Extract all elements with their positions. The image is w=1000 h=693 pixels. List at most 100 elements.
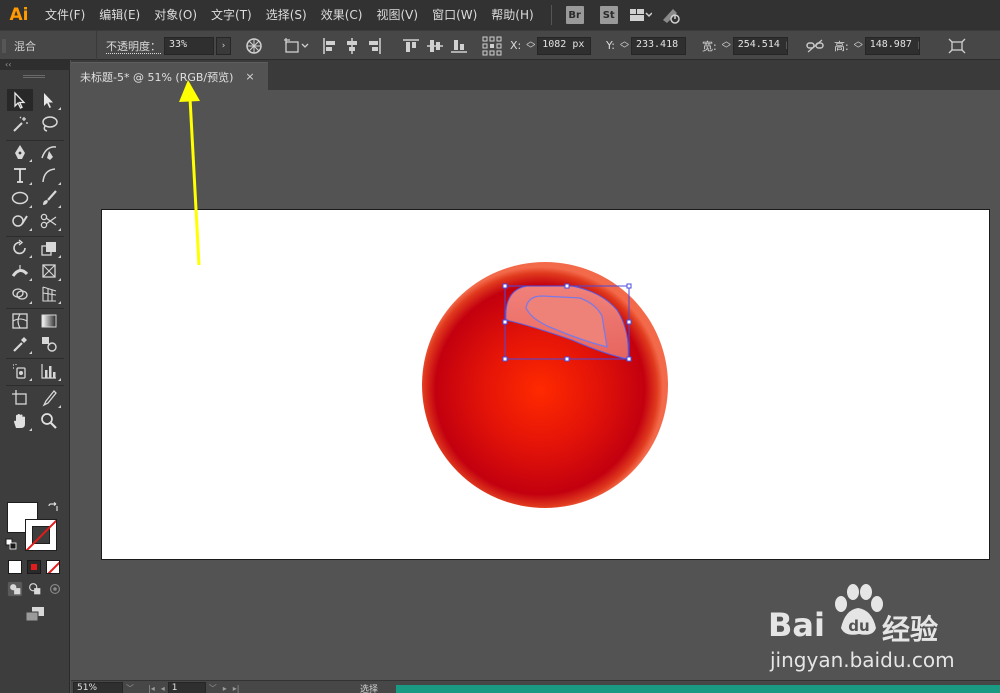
curvature-tool[interactable]: [36, 141, 62, 163]
none-mode-button[interactable]: [46, 560, 60, 574]
control-bar: 混合 不透明度： 33% › X: ︿ ﹀ 1082 px Y: ︿ ﹀ 233.4…: [0, 30, 1000, 60]
height-stepper[interactable]: ︿ ﹀: [852, 37, 865, 55]
lasso-tool[interactable]: [36, 113, 62, 135]
first-artboard-button[interactable]: |◂: [148, 684, 155, 693]
svg-text:du: du: [848, 617, 869, 635]
direct-selection-tool[interactable]: [36, 89, 62, 111]
rotate-tool[interactable]: [7, 237, 33, 259]
screen-mode-icon[interactable]: [22, 604, 48, 624]
zoom-level-field[interactable]: 51%: [73, 682, 123, 693]
width-stepper[interactable]: ︿ ﹀: [720, 37, 733, 55]
x-field[interactable]: 1082 px: [537, 36, 592, 55]
shape-builder-tool[interactable]: [7, 283, 33, 305]
height-label: 高:: [834, 39, 849, 53]
transform-icon[interactable]: [948, 31, 966, 60]
draw-normal-icon[interactable]: [5, 580, 25, 598]
color-mode-button[interactable]: [8, 560, 22, 574]
zoom-dropdown-icon[interactable]: ﹀: [126, 683, 134, 693]
y-stepper[interactable]: ︿ ﹀: [618, 37, 631, 55]
perspective-grid-tool[interactable]: [36, 283, 62, 305]
opacity-field[interactable]: 33%: [164, 36, 214, 55]
tools-panel: ‹‹: [0, 60, 70, 693]
menu-select[interactable]: 选择(S): [259, 0, 314, 30]
default-fill-stroke-icon[interactable]: [5, 538, 17, 550]
close-tab-icon[interactable]: ×: [245, 70, 254, 83]
stock-button[interactable]: St: [599, 6, 618, 24]
magic-wand-tool[interactable]: [7, 113, 33, 135]
align-right-icon[interactable]: [367, 37, 381, 54]
width-field[interactable]: 254.514 p: [732, 36, 788, 55]
baidu-paw-logo: du: [835, 584, 883, 635]
type-tool[interactable]: [7, 164, 33, 186]
artboard-number-field[interactable]: 1: [167, 682, 206, 693]
status-progress-bar: [396, 685, 1000, 693]
align-to-icon[interactable]: [283, 31, 311, 60]
status-mode-text: 选择: [360, 684, 379, 693]
shaper-tool[interactable]: [7, 210, 33, 232]
ellipse-tool[interactable]: [7, 187, 33, 209]
tools-collapse-button[interactable]: ‹‹: [0, 60, 70, 70]
draw-inside-icon[interactable]: [45, 580, 65, 598]
y-field[interactable]: 233.418 p: [630, 36, 686, 55]
artboard-dropdown-icon[interactable]: ﹀: [209, 683, 217, 693]
gradient-mode-button[interactable]: [27, 560, 41, 574]
swap-fill-stroke-icon[interactable]: [47, 502, 59, 514]
align-buttons: [323, 31, 467, 60]
tools-separator: [6, 308, 64, 309]
previous-artboard-button[interactable]: ◂: [161, 684, 165, 693]
menu-type[interactable]: 文字(T): [204, 0, 259, 30]
bridge-button[interactable]: Br: [565, 6, 584, 24]
workspace-layout-icon[interactable]: [629, 3, 653, 27]
menu-help[interactable]: 帮助(H): [484, 0, 540, 30]
y-label: Y:: [606, 39, 615, 52]
align-bottom-icon[interactable]: [451, 39, 467, 53]
hand-tool[interactable]: [7, 410, 33, 432]
tools-separator: [6, 358, 64, 359]
height-field[interactable]: 148.987 p: [864, 36, 920, 55]
free-transform-tool[interactable]: [36, 260, 62, 282]
mesh-tool[interactable]: [7, 310, 33, 332]
menu-view[interactable]: 视图(V): [369, 0, 425, 30]
align-hcenter-icon[interactable]: [345, 37, 359, 54]
menu-edit[interactable]: 编辑(E): [92, 0, 147, 30]
constrain-proportions-icon[interactable]: [806, 31, 824, 60]
paintbrush-tool[interactable]: [36, 187, 62, 209]
tools-grip: [23, 75, 45, 78]
x-stepper[interactable]: ︿ ﹀: [524, 37, 537, 55]
align-vcenter-icon[interactable]: [427, 39, 443, 53]
scissors-tool[interactable]: [36, 210, 62, 232]
watermark-url: jingyan.baidu.com: [770, 648, 955, 672]
slice-tool[interactable]: [36, 387, 62, 409]
draw-behind-icon[interactable]: [25, 580, 45, 598]
app-logo: Ai: [9, 5, 29, 25]
artboard[interactable]: [101, 209, 990, 560]
symbol-sprayer-tool[interactable]: [7, 360, 33, 382]
eyedropper-tool[interactable]: [7, 333, 33, 355]
pen-tool[interactable]: [7, 141, 33, 163]
opacity-label[interactable]: 不透明度：: [106, 38, 161, 54]
next-artboard-button[interactable]: ▸: [223, 684, 227, 693]
line-segment-tool[interactable]: [36, 164, 62, 186]
align-top-icon[interactable]: [403, 38, 419, 53]
gpu-performance-icon[interactable]: [659, 3, 683, 27]
menu-effect[interactable]: 效果(C): [314, 0, 370, 30]
last-artboard-button[interactable]: ▸|: [233, 684, 240, 693]
recolor-artwork-icon[interactable]: [245, 31, 263, 60]
selection-tool[interactable]: [7, 89, 33, 111]
reference-point-icon[interactable]: [482, 31, 502, 60]
menu-window[interactable]: 窗口(W): [425, 0, 484, 30]
stroke-color-swatch[interactable]: [25, 519, 57, 551]
align-left-icon[interactable]: [323, 37, 337, 54]
width-tool[interactable]: [7, 260, 33, 282]
menu-object[interactable]: 对象(O): [147, 0, 204, 30]
scale-tool[interactable]: [36, 237, 62, 259]
zoom-tool[interactable]: [36, 410, 62, 432]
menu-file[interactable]: 文件(F): [38, 0, 92, 30]
x-label: X:: [510, 39, 522, 52]
gradient-tool[interactable]: [36, 310, 62, 332]
artboard-tool[interactable]: [7, 387, 33, 409]
opacity-dropdown-button[interactable]: ›: [216, 36, 231, 55]
column-graph-tool[interactable]: [36, 360, 62, 382]
blend-tool[interactable]: [36, 333, 62, 355]
watermark-brand-left: Bai: [768, 606, 825, 644]
